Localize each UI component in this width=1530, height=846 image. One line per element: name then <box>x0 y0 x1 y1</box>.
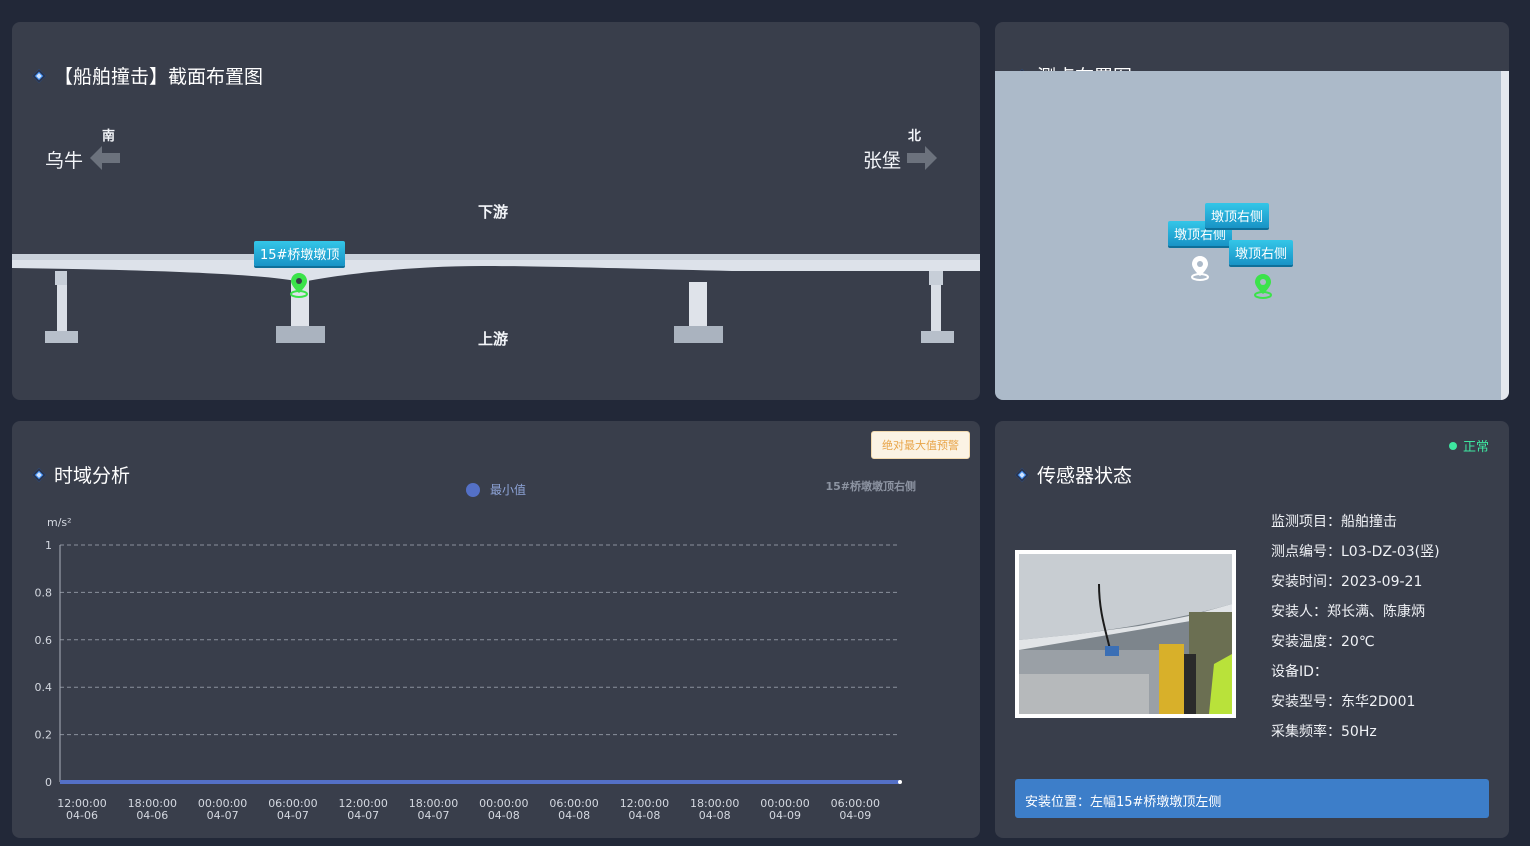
info-monitor-item: 监测项目：船舶撞击 <box>1271 514 1397 530</box>
x-tick-label: 04-09 <box>839 809 871 822</box>
x-tick-label: 04-08 <box>628 809 660 822</box>
install-location-bar: 安装位置：左幅15#桥墩墩顶左侧 <box>1015 779 1489 818</box>
y-tick-label: 1 <box>45 539 52 552</box>
map-scrollbar[interactable] <box>1501 71 1509 400</box>
info-point-id: 测点编号：L03-DZ-03(竖) <box>1271 544 1440 560</box>
location-pin-icon[interactable] <box>1190 255 1210 281</box>
info-sample-rate: 采集频率：50Hz <box>1271 724 1377 740</box>
info-model: 安装型号：东华2D001 <box>1271 694 1416 710</box>
x-tick-label: 04-06 <box>66 809 98 822</box>
y-tick-label: 0.2 <box>35 729 53 742</box>
info-install-time: 安装时间：2023-09-21 <box>1271 574 1423 590</box>
info-device-id: 设备ID： <box>1271 664 1328 680</box>
status-dot-icon <box>1448 441 1457 450</box>
x-tick-label: 04-07 <box>277 809 309 822</box>
bridge-diagram <box>12 254 980 343</box>
sensor-status-panel: 传感器状态 正常 监测项目：船舶撞击 测点编号：L03-DZ-03(竖) 安装时… <box>995 421 1509 838</box>
points-map-area[interactable] <box>995 71 1501 400</box>
x-tick-label: 04-09 <box>769 809 801 822</box>
y-tick-label: 0.4 <box>35 681 53 694</box>
sensor-panel-title: 传感器状态 <box>1014 461 1133 488</box>
x-tick-label: 04-06 <box>136 809 168 822</box>
time-domain-panel: 时域分析 绝对最大值预警 最小值 15#桥墩墩顶右侧 m/s² 0 0.2 0.4 0… <box>12 421 980 838</box>
sensor-photo[interactable] <box>1015 550 1236 718</box>
sensor-title-text: 传感器状态 <box>1037 465 1133 487</box>
point-tag-3[interactable]: 墩顶右侧 <box>1229 240 1294 265</box>
measurement-points-panel: 测点布置图 墩顶右侧 墩顶右侧 墩顶右侧 <box>995 22 1509 400</box>
diamond-icon <box>1014 467 1030 482</box>
x-tick-label: 04-07 <box>207 809 239 822</box>
y-tick-label: 0.8 <box>35 586 53 599</box>
x-tick-label: 04-07 <box>418 809 450 822</box>
info-installer: 安装人：郑长满、陈康炳 <box>1271 604 1425 620</box>
sensor-status-badge: 正常 <box>1448 436 1489 455</box>
series-end-point <box>898 780 902 784</box>
location-pin-icon[interactable] <box>1253 273 1273 299</box>
x-tick-label: 04-08 <box>488 809 520 822</box>
section-layout-panel: 【船舶撞击】截面布置图 南 乌牛 北 张堡 下游 上游 15#桥墩墩顶 <box>12 22 980 400</box>
location-pin-icon[interactable] <box>289 272 309 298</box>
status-text: 正常 <box>1462 440 1489 455</box>
point-tag-2[interactable]: 墩顶右侧 <box>1205 203 1270 228</box>
time-chart[interactable]: 00.20.40.60.8112:00:0004-0618:00:0004-06… <box>12 421 980 838</box>
x-tick-label: 04-08 <box>558 809 590 822</box>
sensor-photo-image <box>1019 554 1232 714</box>
y-tick-label: 0.6 <box>35 634 53 647</box>
sensor-info-list: 监测项目：船舶撞击 测点编号：L03-DZ-03(竖) 安装时间：2023-09… <box>1271 507 1440 747</box>
x-tick-label: 04-08 <box>699 809 731 822</box>
x-tick-label: 04-07 <box>347 809 379 822</box>
pier-15-tag[interactable]: 15#桥墩墩顶 <box>254 241 346 266</box>
y-tick-label: 0 <box>45 776 52 789</box>
info-install-temp: 安装温度：20℃ <box>1271 634 1375 650</box>
